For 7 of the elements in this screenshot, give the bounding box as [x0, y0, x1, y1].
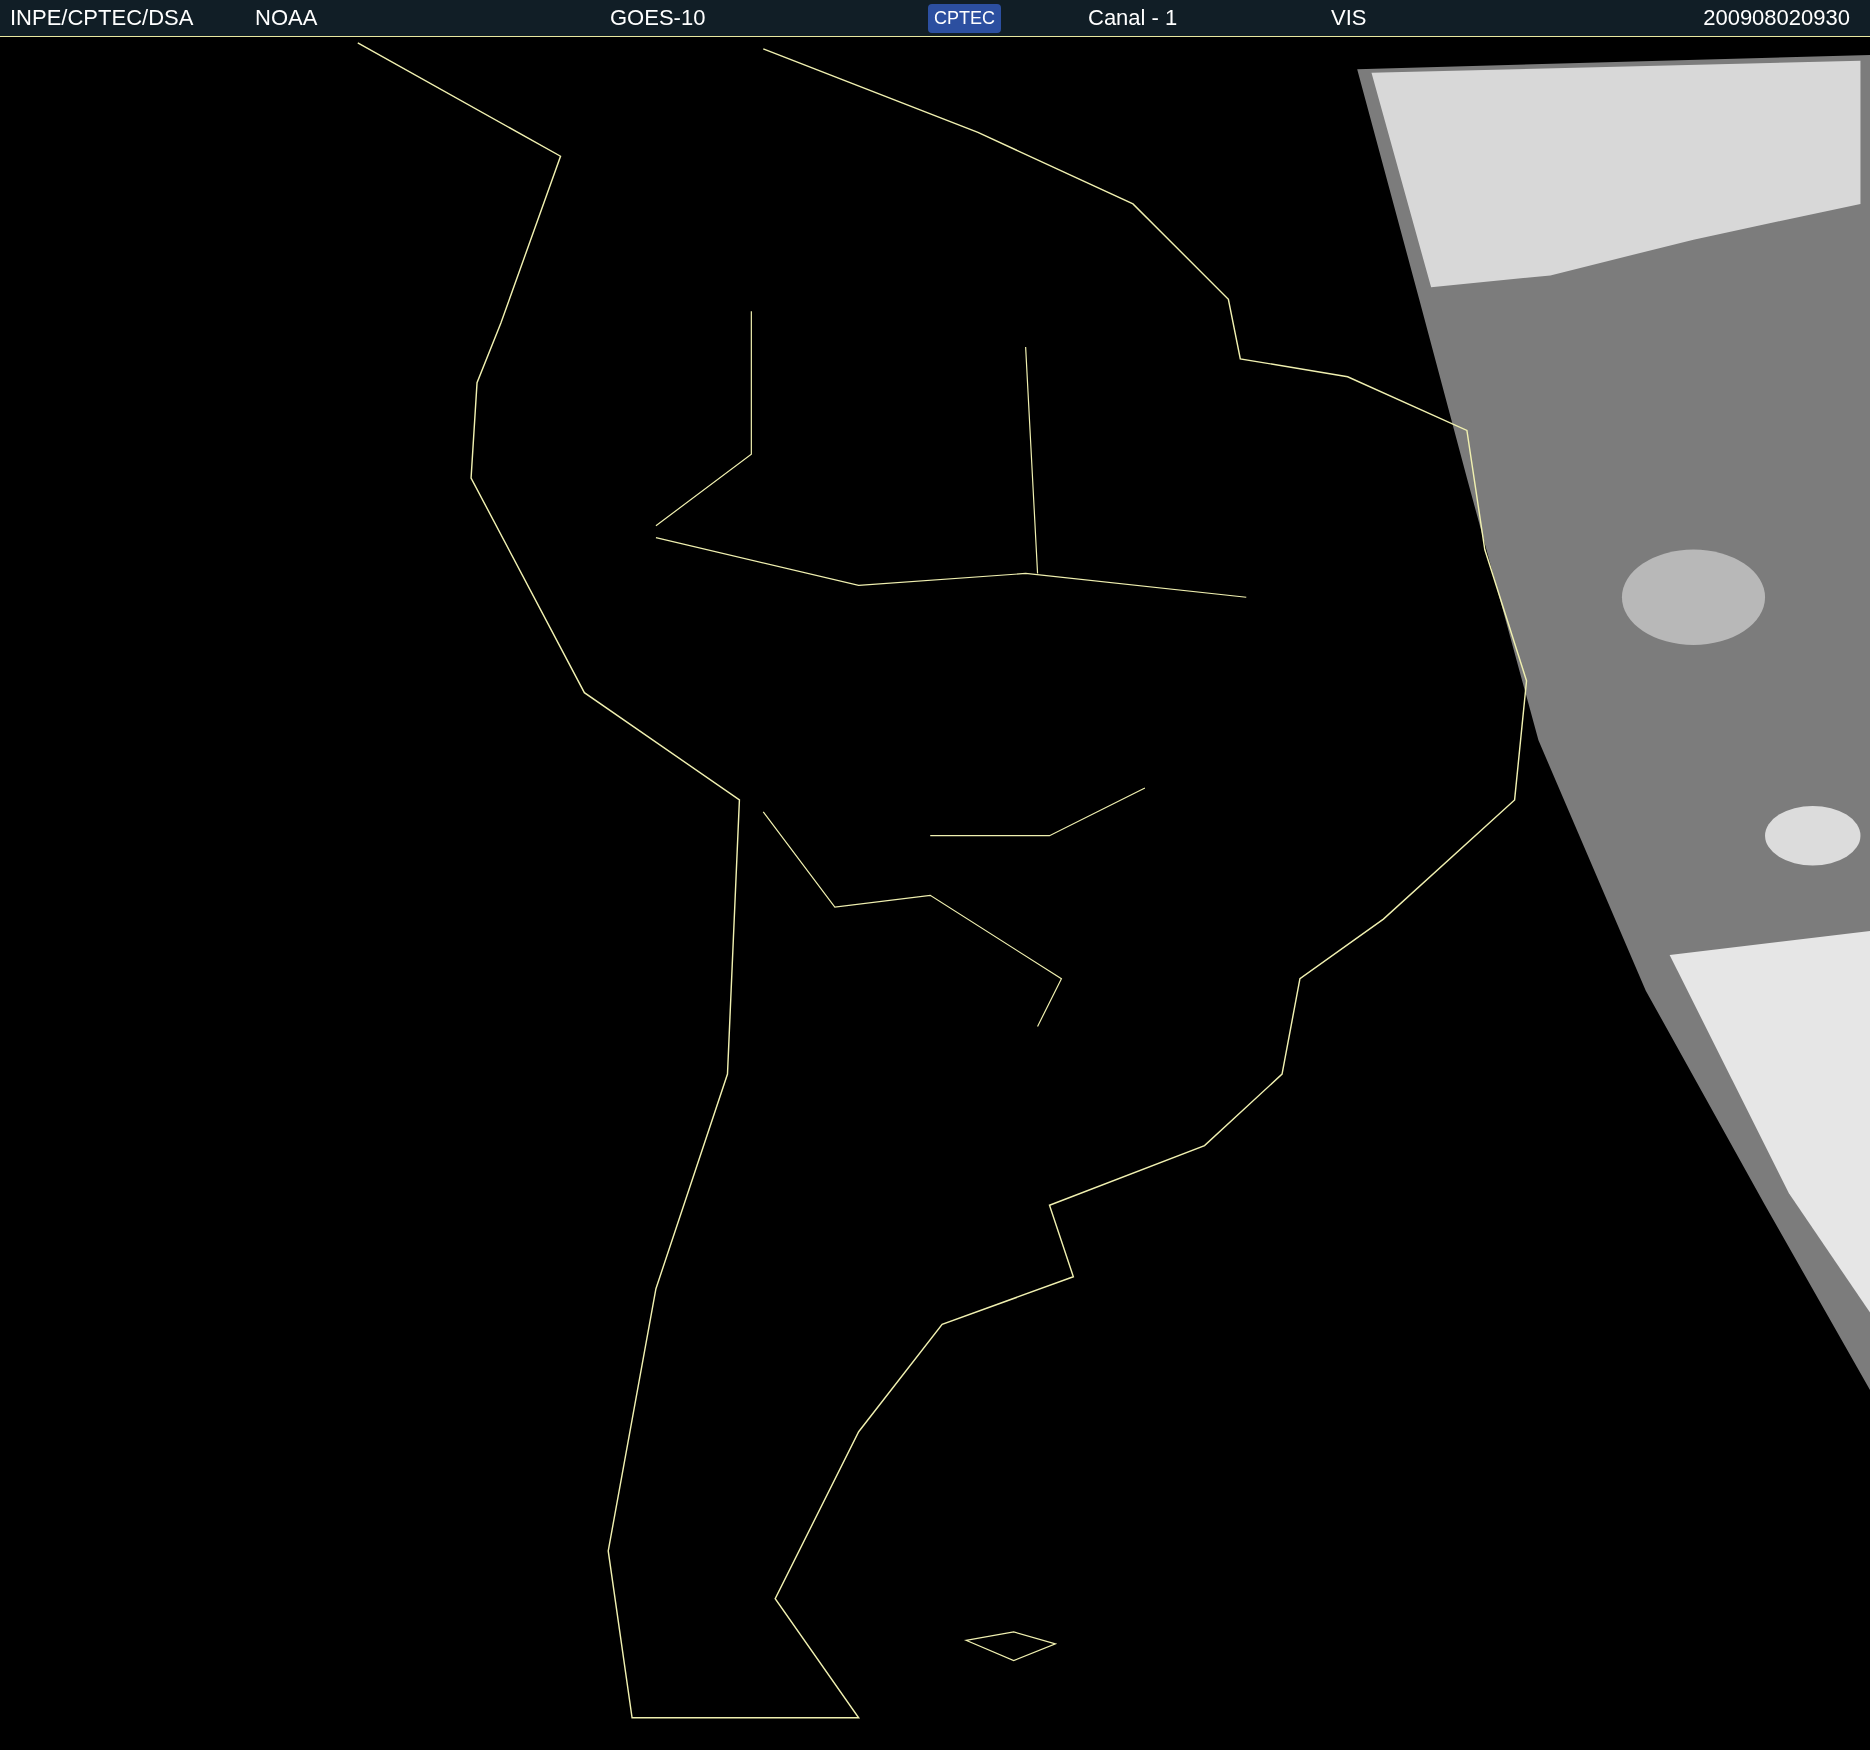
- header-label: VIS: [1331, 5, 1367, 31]
- header-label: 200908020930: [1703, 5, 1850, 31]
- header-label: INPE/CPTEC/DSA: [10, 5, 194, 31]
- header-label: GOES-10: [610, 5, 706, 31]
- header-label: Canal - 1: [1088, 5, 1178, 31]
- header-label: NOAA: [255, 5, 318, 31]
- logo: CPTEC: [928, 3, 1001, 33]
